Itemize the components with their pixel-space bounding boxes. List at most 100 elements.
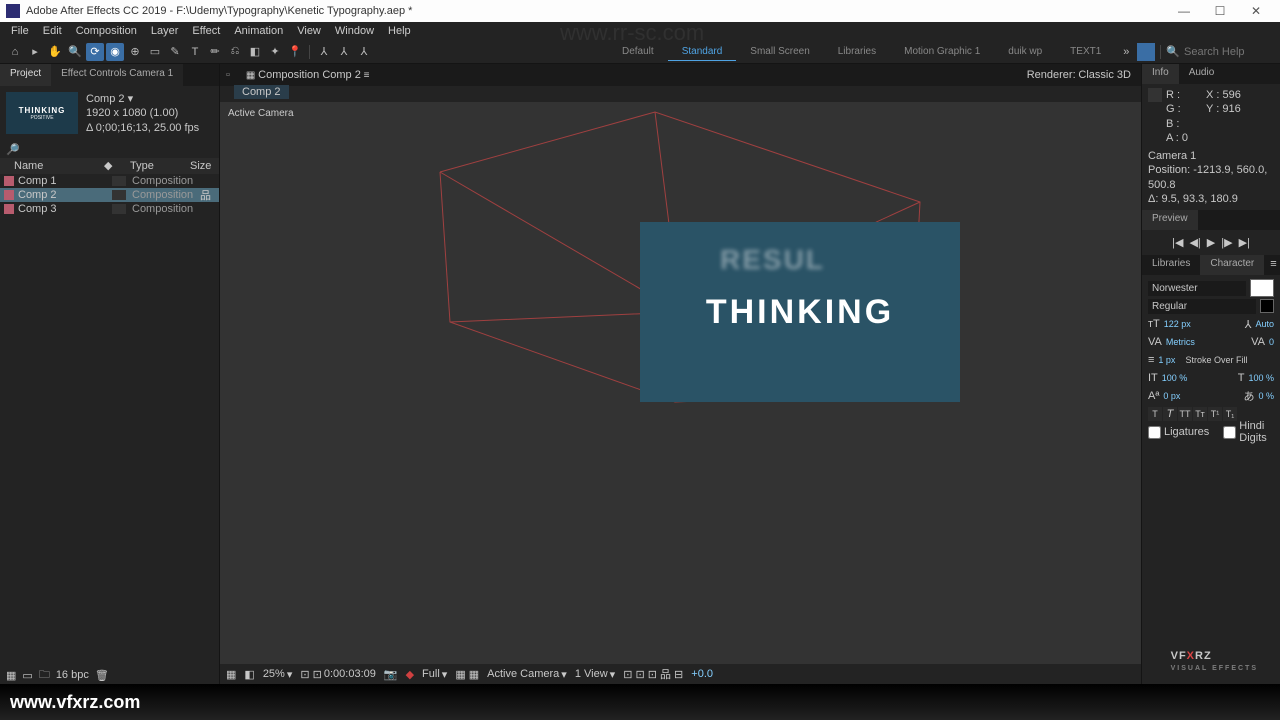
home-icon[interactable]: ⌂: [6, 43, 24, 61]
small-caps-button[interactable]: Tт: [1193, 407, 1207, 421]
resolution-select[interactable]: Full ▾: [422, 668, 447, 681]
hand-tool[interactable]: ✋: [46, 43, 64, 61]
next-frame-icon[interactable]: |▶: [1221, 236, 1232, 249]
rotate-tool[interactable]: ◉: [106, 43, 124, 61]
workspace-standard[interactable]: Standard: [668, 43, 737, 61]
tab-libraries[interactable]: Libraries: [1142, 255, 1200, 275]
breadcrumb[interactable]: Comp 2: [234, 85, 289, 99]
font-size[interactable]: 122 px: [1164, 319, 1191, 329]
cc-tool-icon[interactable]: [1137, 43, 1155, 61]
project-search[interactable]: 🔎: [0, 141, 219, 158]
world-axis-icon[interactable]: ⅄: [335, 43, 353, 61]
workspace-motion-graphic[interactable]: Motion Graphic 1: [890, 43, 994, 61]
menu-window[interactable]: Window: [328, 23, 381, 39]
col-name[interactable]: Name: [4, 160, 104, 172]
first-frame-icon[interactable]: |◀: [1172, 236, 1183, 249]
renderer-select[interactable]: Classic 3D: [1078, 69, 1131, 81]
col-size[interactable]: Size: [190, 160, 211, 172]
view-axis-icon[interactable]: ⅄: [355, 43, 373, 61]
viewport[interactable]: Active Camera RESUL THINKING: [220, 102, 1141, 664]
hscale[interactable]: 100 %: [1248, 373, 1274, 383]
search-help[interactable]: 🔍: [1166, 45, 1274, 58]
tab-info[interactable]: Info: [1142, 64, 1179, 84]
stroke-width[interactable]: 1 px: [1158, 355, 1175, 365]
ligatures-checkbox[interactable]: Ligatures: [1148, 426, 1209, 439]
fill-color[interactable]: [1250, 279, 1274, 297]
toggle-alpha-icon[interactable]: ◧: [244, 668, 254, 681]
type-tool[interactable]: T: [186, 43, 204, 61]
workspace-default[interactable]: Default: [608, 43, 668, 61]
grid-icon[interactable]: ▦: [226, 668, 236, 681]
puppet-tool[interactable]: 📍: [286, 43, 304, 61]
timecode-display[interactable]: ⊡ ⊡ 0:00:03:09: [300, 668, 376, 681]
trash-icon[interactable]: 🗑: [95, 669, 109, 682]
bpc-label[interactable]: 16 bpc: [56, 669, 89, 681]
menu-animation[interactable]: Animation: [227, 23, 290, 39]
stroke-color[interactable]: [1260, 299, 1274, 313]
region-icon[interactable]: ◆: [406, 668, 414, 681]
tab-character[interactable]: Character: [1200, 255, 1264, 275]
pan-behind-tool[interactable]: ⊕: [126, 43, 144, 61]
menu-edit[interactable]: Edit: [36, 23, 69, 39]
minimize-button[interactable]: —: [1166, 4, 1202, 18]
maximize-button[interactable]: ☐: [1202, 4, 1238, 18]
project-item[interactable]: Comp 2Composition品: [0, 188, 219, 202]
project-item[interactable]: Comp 3Composition: [0, 202, 219, 216]
stroke-option[interactable]: Stroke Over Fill: [1185, 355, 1247, 365]
prev-frame-icon[interactable]: ◀|: [1189, 236, 1200, 249]
exposure-value[interactable]: +0.0: [691, 668, 713, 680]
tracking[interactable]: 0: [1269, 337, 1274, 347]
roto-tool[interactable]: ✦: [266, 43, 284, 61]
menu-effect[interactable]: Effect: [185, 23, 227, 39]
project-item[interactable]: Comp 1Composition: [0, 174, 219, 188]
pen-tool[interactable]: ✎: [166, 43, 184, 61]
new-folder-icon[interactable]: 🗀: [39, 666, 50, 685]
faux-bold-button[interactable]: T: [1148, 407, 1162, 421]
tab-preview[interactable]: Preview: [1142, 210, 1198, 230]
viewer-tab[interactable]: ▦ Composition Comp 2 ≡: [236, 65, 380, 85]
views-select[interactable]: 1 View ▾: [575, 668, 615, 681]
workspace-text[interactable]: TEXT1: [1056, 43, 1115, 61]
baseline[interactable]: 0 px: [1163, 391, 1180, 401]
superscript-button[interactable]: T¹: [1208, 407, 1222, 421]
rectangle-tool[interactable]: ▭: [146, 43, 164, 61]
search-input[interactable]: [1184, 46, 1274, 58]
zoom-select[interactable]: 25% ▾: [263, 668, 293, 681]
tab-project[interactable]: Project: [0, 64, 51, 86]
col-tag-icon[interactable]: ◆: [104, 159, 130, 172]
interpret-icon[interactable]: ▦: [6, 669, 16, 682]
workspace-overflow-icon[interactable]: »: [1117, 43, 1135, 61]
snapshot-icon[interactable]: 📷: [384, 668, 398, 681]
tab-effect-controls[interactable]: Effect Controls Camera 1: [51, 64, 183, 86]
subscript-button[interactable]: T₁: [1223, 407, 1237, 421]
orbit-camera-tool[interactable]: ⟳: [86, 43, 104, 61]
last-frame-icon[interactable]: ▶|: [1239, 236, 1250, 249]
menu-layer[interactable]: Layer: [144, 23, 186, 39]
close-button[interactable]: ✕: [1238, 4, 1274, 18]
zoom-tool[interactable]: 🔍: [66, 43, 84, 61]
local-axis-icon[interactable]: ⅄: [315, 43, 333, 61]
play-icon[interactable]: ▶: [1207, 236, 1215, 249]
leading[interactable]: Auto: [1255, 319, 1274, 329]
clone-tool[interactable]: ⎌: [226, 43, 244, 61]
col-type[interactable]: Type: [130, 160, 190, 172]
lock-icon[interactable]: ▫: [220, 69, 236, 81]
kerning[interactable]: Metrics: [1166, 337, 1195, 347]
workspace-small-screen[interactable]: Small Screen: [736, 43, 823, 61]
menu-composition[interactable]: Composition: [69, 23, 144, 39]
selection-tool[interactable]: ▸: [26, 43, 44, 61]
workspace-libraries[interactable]: Libraries: [824, 43, 890, 61]
font-family-select[interactable]: Norwester: [1148, 281, 1246, 296]
eraser-tool[interactable]: ◧: [246, 43, 264, 61]
tab-audio[interactable]: Audio: [1179, 64, 1225, 84]
panel-menu-icon[interactable]: ≡: [1264, 255, 1280, 275]
menu-file[interactable]: File: [4, 23, 36, 39]
all-caps-button[interactable]: TT: [1178, 407, 1192, 421]
menu-help[interactable]: Help: [381, 23, 418, 39]
vscale[interactable]: 100 %: [1162, 373, 1188, 383]
brush-tool[interactable]: ✏: [206, 43, 224, 61]
hindi-digits-checkbox[interactable]: Hindi Digits: [1223, 420, 1274, 444]
font-style-select[interactable]: Regular: [1148, 299, 1256, 314]
new-comp-icon[interactable]: ▭: [22, 669, 32, 682]
transparency-icon[interactable]: ▦ ▦: [455, 668, 479, 681]
